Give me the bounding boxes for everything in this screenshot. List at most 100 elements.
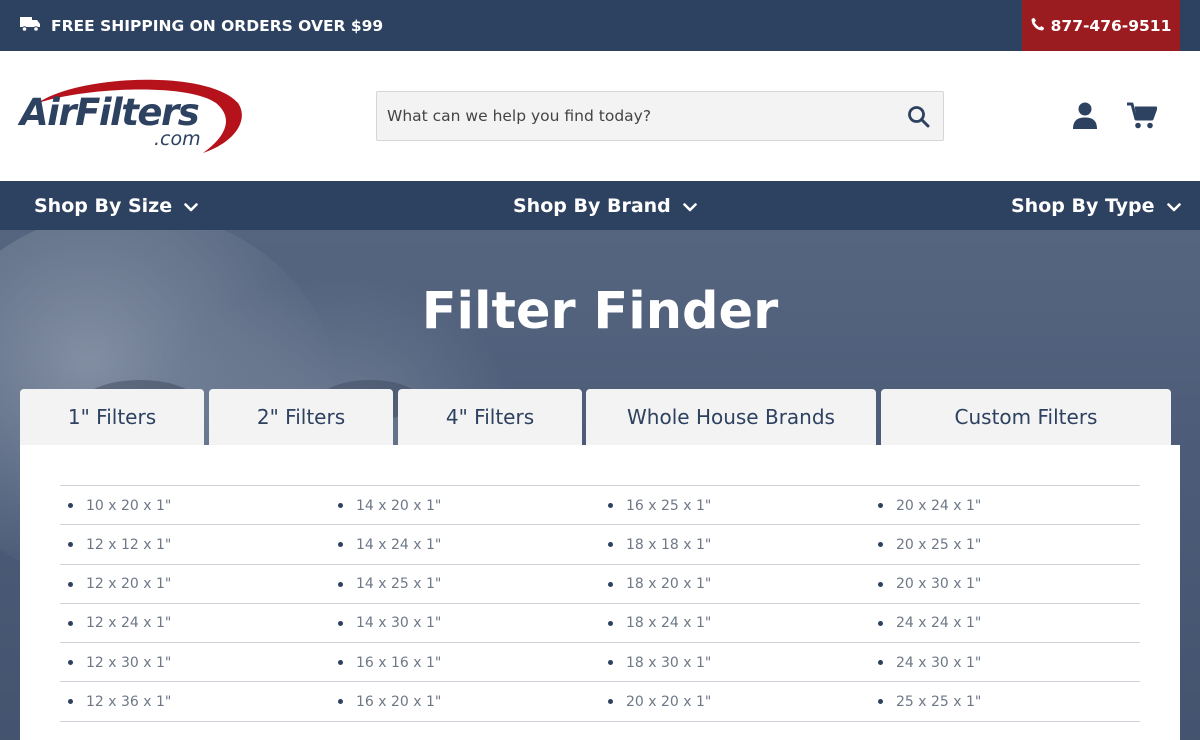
size-label: 20 x 24 x 1" bbox=[896, 497, 982, 514]
nav-label: Shop By Type bbox=[1011, 194, 1155, 217]
size-label: 24 x 30 x 1" bbox=[896, 654, 982, 671]
size-label: 12 x 36 x 1" bbox=[86, 693, 172, 710]
size-row: 12 x 24 x 1" 14 x 30 x 1" 18 x 24 x 1" 24 x… bbox=[60, 602, 1140, 643]
size-link[interactable]: 12 x 30 x 1" bbox=[68, 643, 171, 682]
chevron-down-icon bbox=[682, 195, 697, 217]
size-link[interactable]: 18 x 24 x 1" bbox=[608, 604, 711, 643]
bullet-icon bbox=[68, 699, 73, 705]
size-link[interactable]: 20 x 25 x 1" bbox=[878, 525, 981, 564]
size-label: 14 x 30 x 1" bbox=[356, 615, 442, 632]
search-bar bbox=[376, 91, 944, 141]
bullet-icon bbox=[68, 660, 73, 666]
size-link[interactable]: 18 x 30 x 1" bbox=[608, 643, 711, 682]
bullet-icon bbox=[608, 699, 613, 705]
size-label: 18 x 30 x 1" bbox=[626, 654, 712, 671]
size-link[interactable]: 16 x 20 x 1" bbox=[338, 682, 441, 721]
size-link[interactable]: 10 x 20 x 1" bbox=[68, 486, 171, 525]
site-logo[interactable]: AirFilters .com bbox=[18, 73, 248, 163]
size-link[interactable]: 12 x 24 x 1" bbox=[68, 604, 171, 643]
size-row: 12 x 20 x 1" 14 x 25 x 1" 18 x 20 x 1" 20 x… bbox=[60, 563, 1140, 604]
bullet-icon bbox=[608, 581, 613, 587]
chevron-down-icon bbox=[1166, 195, 1181, 217]
bullet-icon bbox=[608, 620, 613, 626]
phone-icon bbox=[1031, 17, 1045, 35]
truck-icon bbox=[20, 16, 41, 36]
size-label: 20 x 25 x 1" bbox=[896, 536, 982, 553]
size-label: 16 x 16 x 1" bbox=[356, 654, 442, 671]
nav-shop-by-type[interactable]: Shop By Type bbox=[1011, 181, 1181, 230]
size-link[interactable]: 14 x 25 x 1" bbox=[338, 565, 441, 604]
logo-suffix: .com bbox=[154, 128, 201, 150]
bullet-icon bbox=[338, 542, 343, 548]
bullet-icon bbox=[608, 542, 613, 548]
size-link[interactable]: 24 x 24 x 1" bbox=[878, 604, 981, 643]
size-link[interactable]: 14 x 24 x 1" bbox=[338, 525, 441, 564]
bullet-icon bbox=[68, 581, 73, 587]
size-link[interactable]: 14 x 20 x 1" bbox=[338, 486, 441, 525]
nav-label: Shop By Size bbox=[34, 194, 173, 217]
tab-2-inch-filters[interactable]: 2" Filters bbox=[209, 389, 393, 445]
size-label: 14 x 25 x 1" bbox=[356, 576, 442, 593]
size-label: 18 x 24 x 1" bbox=[626, 615, 712, 632]
size-label: 14 x 20 x 1" bbox=[356, 497, 442, 514]
bullet-icon bbox=[338, 620, 343, 626]
tab-1-inch-filters[interactable]: 1" Filters bbox=[20, 389, 204, 445]
size-label: 25 x 25 x 1" bbox=[896, 693, 982, 710]
size-link[interactable]: 18 x 18 x 1" bbox=[608, 525, 711, 564]
size-link[interactable]: 12 x 20 x 1" bbox=[68, 565, 171, 604]
bullet-icon bbox=[608, 660, 613, 666]
size-label: 20 x 20 x 1" bbox=[626, 693, 712, 710]
cart-icon[interactable] bbox=[1127, 102, 1158, 130]
size-label: 12 x 12 x 1" bbox=[86, 536, 172, 553]
shipping-banner: FREE SHIPPING ON ORDERS OVER $99 bbox=[20, 0, 383, 51]
bullet-icon bbox=[338, 503, 343, 508]
size-label: 20 x 30 x 1" bbox=[896, 576, 982, 593]
tab-4-inch-filters[interactable]: 4" Filters bbox=[398, 389, 582, 445]
shipping-text: FREE SHIPPING ON ORDERS OVER $99 bbox=[51, 16, 384, 35]
bullet-icon bbox=[878, 503, 883, 508]
nav-shop-by-brand[interactable]: Shop By Brand bbox=[513, 181, 697, 230]
bullet-icon bbox=[68, 542, 73, 548]
size-link[interactable]: 14 x 30 x 1" bbox=[338, 604, 441, 643]
size-label: 12 x 24 x 1" bbox=[86, 615, 172, 632]
size-link[interactable]: 12 x 12 x 1" bbox=[68, 525, 171, 564]
nav-shop-by-size[interactable]: Shop By Size bbox=[34, 181, 198, 230]
hero-section: Filter Finder 1" Filters 2" Filters 4" F… bbox=[0, 230, 1200, 740]
main-nav: Shop By Size Shop By Brand Shop By Type bbox=[0, 181, 1200, 230]
size-label: 18 x 18 x 1" bbox=[626, 536, 712, 553]
size-link[interactable]: 18 x 20 x 1" bbox=[608, 565, 711, 604]
tab-whole-house-brands[interactable]: Whole House Brands bbox=[586, 389, 876, 445]
size-label: 10 x 20 x 1" bbox=[86, 497, 172, 514]
size-link[interactable]: 16 x 25 x 1" bbox=[608, 486, 711, 525]
size-link[interactable]: 20 x 20 x 1" bbox=[608, 682, 711, 721]
size-row: 12 x 30 x 1" 16 x 16 x 1" 18 x 30 x 1" 24 x… bbox=[60, 642, 1140, 681]
size-label: 12 x 30 x 1" bbox=[86, 654, 172, 671]
bullet-icon bbox=[608, 503, 613, 508]
nav-label: Shop By Brand bbox=[513, 194, 671, 217]
size-row: 12 x 36 x 1" 16 x 20 x 1" 20 x 20 x 1" 25 x… bbox=[60, 681, 1140, 720]
phone-number: 877-476-9511 bbox=[1050, 16, 1172, 35]
user-icon[interactable] bbox=[1073, 102, 1097, 130]
search-input[interactable] bbox=[377, 92, 887, 140]
chevron-down-icon bbox=[184, 195, 198, 217]
size-label: 12 x 20 x 1" bbox=[86, 576, 172, 593]
size-row: 12 x 12 x 1" 14 x 24 x 1" 18 x 18 x 1" 20 x… bbox=[60, 524, 1140, 563]
size-link[interactable]: 25 x 25 x 1" bbox=[878, 682, 981, 721]
bullet-icon bbox=[338, 581, 343, 587]
size-label: 16 x 25 x 1" bbox=[626, 497, 712, 514]
page-title: Filter Finder bbox=[421, 282, 779, 341]
phone-link[interactable]: 877-476-9511 bbox=[1022, 0, 1180, 51]
size-link[interactable]: 16 x 16 x 1" bbox=[338, 643, 441, 682]
site-header: AirFilters .com bbox=[0, 51, 1200, 181]
bullet-icon bbox=[878, 542, 883, 548]
size-label: 18 x 20 x 1" bbox=[626, 576, 712, 593]
filter-size-panel: 10 x 20 x 1" 14 x 20 x 1" 16 x 25 x 1" 20 x… bbox=[20, 445, 1180, 740]
size-label: 14 x 24 x 1" bbox=[356, 536, 442, 553]
size-link[interactable]: 20 x 30 x 1" bbox=[878, 565, 981, 604]
size-link[interactable]: 24 x 30 x 1" bbox=[878, 643, 981, 682]
tab-custom-filters[interactable]: Custom Filters bbox=[881, 389, 1171, 445]
size-link[interactable]: 20 x 24 x 1" bbox=[878, 486, 981, 525]
size-link[interactable]: 12 x 36 x 1" bbox=[68, 682, 171, 721]
bullet-icon bbox=[68, 503, 73, 508]
search-icon[interactable] bbox=[907, 105, 931, 129]
